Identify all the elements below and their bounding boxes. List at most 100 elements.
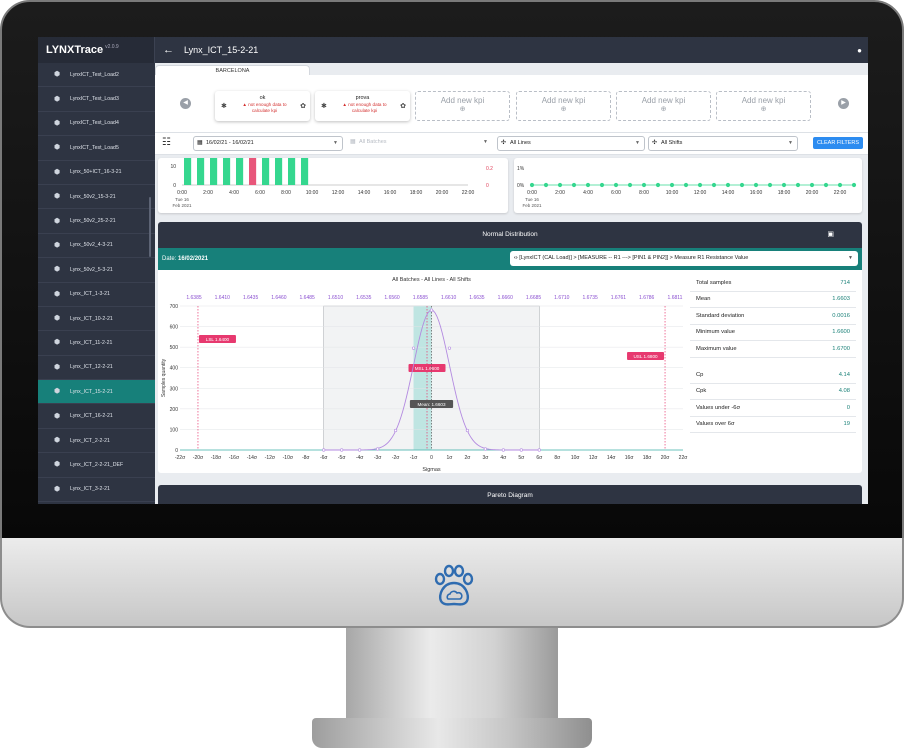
shifts-value: All Shifts	[661, 140, 683, 146]
measure-select[interactable]: ‹› [LynxICT (CAL Load)] > [MEASURE -- R1…	[510, 251, 858, 266]
x-tick-label: -16σ	[229, 455, 240, 461]
sidebar-item[interactable]: ⬢ Lynx_ICT_1-3-21	[38, 283, 155, 307]
gear-icon[interactable]: ✿	[300, 102, 306, 110]
batches-select[interactable]: ▦ All Batches ▼	[347, 136, 492, 151]
x-tick-label: 3σ	[482, 455, 489, 461]
y-tick-label: 0	[175, 448, 178, 454]
hour-bar	[236, 158, 244, 185]
sidebar-item-label: Lynx_ICT_2-2-21_DEF	[70, 461, 124, 468]
x-tick-label: -3σ	[374, 455, 382, 461]
sidebar-item[interactable]: ⬢ Lynx_ICT_12-2-21	[38, 356, 155, 381]
batches-value: All Batches	[359, 139, 387, 145]
lines-select[interactable]: ✣ All Lines ▼	[497, 136, 645, 151]
date-range-select[interactable]: ▦ 16/02/21 - 16/02/21 ▼	[193, 136, 343, 151]
clipboard-icon[interactable]: ▣	[827, 222, 834, 248]
hour-bar	[262, 158, 270, 185]
stat-label: Maximum value	[696, 345, 737, 352]
add-kpi-label: Add new kpi	[641, 96, 686, 105]
data-point	[358, 448, 362, 452]
chevron-down-icon: ▼	[635, 140, 640, 146]
sidebar-item[interactable]: ⬢ Lynx_50v2_15-3-21	[38, 185, 155, 210]
sidebar-item[interactable]: ⬢ LynxICT_Test_Load4	[38, 112, 155, 137]
add-kpi-label: Add new kpi	[741, 96, 786, 105]
user-avatar-icon[interactable]: ●	[857, 46, 862, 55]
sidebar-item-label: Lynx_ICT_15-2-21	[70, 388, 113, 395]
add-kpi-button[interactable]: Add new kpi ⊕	[516, 91, 611, 121]
sidebar-item[interactable]: ⬢ Lynx_ICT_2-2-21_DEF	[38, 453, 155, 478]
sidebar-item[interactable]: ⬢ Lynx_50v2_25-2-21	[38, 209, 155, 234]
sidebar-item-label: Lynx_ICT_11-2-21	[70, 339, 113, 346]
sidebar-item[interactable]: ⬢ Lynx_ICT_2-2-21	[38, 429, 155, 454]
marker-label: MSL 1.6600	[415, 366, 440, 371]
add-kpi-label: Add new kpi	[440, 96, 485, 105]
sidebar-item[interactable]: ⬢ LynxICT_Test_Load3	[38, 87, 155, 112]
y-tick-label: 1%	[517, 166, 525, 172]
hour-bar	[249, 158, 257, 185]
sidebar-item[interactable]: ⬢ Lynx_ICT_10-2-21	[38, 307, 155, 332]
cube-icon: ⬢	[54, 71, 61, 79]
sidebar-item[interactable]: ⬢ Lynx_50v2_4-3-21	[38, 234, 155, 259]
date-label-month: Feb 2021	[522, 203, 542, 208]
add-kpi-button[interactable]: Add new kpi ⊕	[616, 91, 711, 121]
sidebar-item[interactable]: ⬢ Lynx_ICT_16-2-21	[38, 404, 155, 429]
sidebar-item[interactable]: ⬢ Lynx_50+ICT_16-3-21	[38, 161, 155, 185]
sidebar-item[interactable]: ⬢ Lynx_ICT_3-2-21	[38, 478, 155, 503]
stat-row: Cpk 4.08	[690, 384, 856, 400]
top-tick-label: 1.6685	[526, 295, 542, 301]
shifts-select[interactable]: ✣ All Shifts ▼	[648, 136, 798, 151]
back-arrow-icon[interactable]: ←	[163, 44, 174, 56]
x-tick-label: -8σ	[302, 455, 310, 461]
clear-filters-button[interactable]: CLEAR FILTERS	[813, 137, 863, 149]
cube-icon: ⬢	[54, 388, 61, 396]
add-kpi-button[interactable]: Add new kpi ⊕	[716, 91, 811, 121]
sidebar-item[interactable]: ⬢ Lynx_50v2_5-3-21	[38, 258, 155, 283]
cube-icon: ⬢	[54, 193, 61, 201]
sidebar-item-label: Lynx_50v2_4-3-21	[70, 242, 113, 249]
x-tick-label: 20σ	[661, 455, 671, 461]
normal-distribution-header: Normal Distribution ▣	[158, 222, 862, 248]
x-tick-label: 18:00	[410, 190, 423, 196]
sidebar-scrollbar[interactable]	[149, 197, 151, 257]
cube-icon: ⬢	[54, 485, 61, 493]
cube-icon: ⬢	[54, 241, 61, 249]
x-tick-label: 0:00	[527, 190, 537, 196]
sidebar-item[interactable]: ⬢ LynxICT_Test_Load5	[38, 136, 155, 161]
brand-logo[interactable]: LYNXTrace v2.0.9	[38, 37, 155, 63]
cube-icon: ⬢	[54, 363, 61, 371]
x-tick-label: 2:00	[555, 190, 565, 196]
sidebar-item-label: Lynx_50v2_15-3-21	[70, 193, 116, 200]
top-tick-label: 1.6560	[384, 295, 400, 301]
data-point	[340, 448, 344, 452]
kpi-prev-icon[interactable]: ◀	[180, 98, 191, 109]
sidebar-item-label: LynxICT_Test_Load2	[70, 71, 119, 78]
kpi-card[interactable]: ✱ ok ▲ not enough data to calculate kpi ✿	[215, 91, 310, 121]
top-tick-label: 1.6485	[300, 295, 316, 301]
x-tick-label: 12:00	[694, 190, 707, 196]
x-tick-label: 2σ	[464, 455, 471, 461]
hour-bar	[223, 158, 231, 185]
kpi-next-icon[interactable]: ▶	[838, 98, 849, 109]
batch-icon: ▦	[350, 139, 356, 145]
stat-row: Values over 6σ 19	[690, 417, 856, 433]
kpi-name: ok	[259, 95, 266, 101]
data-point	[683, 182, 689, 188]
paw-cloud-logo-icon	[434, 564, 474, 606]
sidebar-item[interactable]: ⬢ LynxICT_Test_Load2	[38, 63, 155, 88]
plus-circle-icon: ⊕	[760, 106, 767, 113]
gear-icon[interactable]: ✿	[400, 102, 406, 110]
filter-settings-icon[interactable]: ☷	[162, 137, 171, 148]
sidebar-item-label: Lynx_50v2_5-3-21	[70, 266, 113, 273]
marker-label: Mean: 1.6603	[417, 402, 446, 407]
plus-circle-icon: ⊕	[459, 106, 466, 113]
stat-row: Total samples 714	[690, 275, 856, 292]
kpi-card[interactable]: ✱ prova ▲ not enough data to calculate kpi…	[315, 91, 410, 121]
top-tick-label: 1.6761	[611, 295, 627, 301]
sidebar-item[interactable]: ⬢ Lynx_ICT_11-2-21	[38, 331, 155, 356]
sidebar-item[interactable]: ⬢ Lynx_ICT_15-2-21	[38, 380, 155, 405]
x-tick-label: 0:00	[177, 190, 187, 196]
x-tick-label: 6:00	[611, 190, 621, 196]
stats-table-2: Cp 4.14 Cpk 4.08 Values under -6σ 0 Values ove…	[690, 367, 856, 433]
add-kpi-button[interactable]: Add new kpi ⊕	[415, 91, 510, 121]
x-tick-label: 2:00	[203, 190, 213, 196]
x-tick-label: -1σ	[410, 455, 418, 461]
